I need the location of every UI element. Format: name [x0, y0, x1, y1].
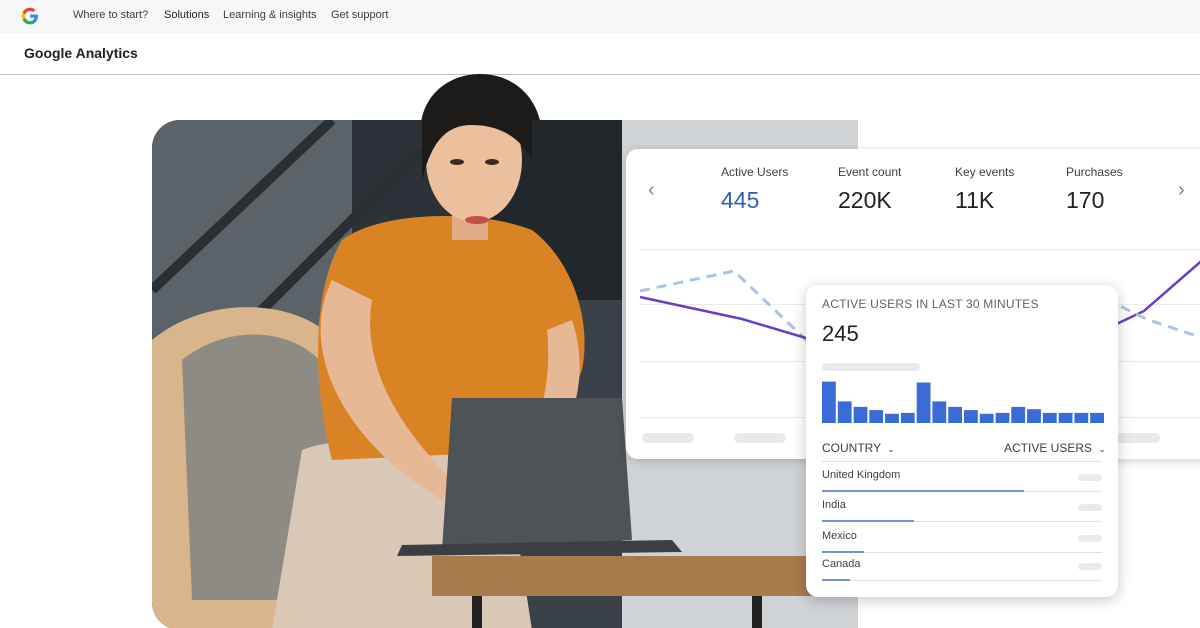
realtime-bar	[995, 412, 1010, 423]
active-users-header: ACTIVE USERS	[1004, 441, 1093, 455]
realtime-bar	[932, 401, 947, 423]
realtime-bar	[1074, 412, 1089, 423]
axis-placeholder-pill	[734, 433, 786, 443]
realtime-bar	[853, 406, 868, 423]
realtime-title: ACTIVE USERS IN LAST 30 MINUTES	[822, 297, 1039, 311]
value-placeholder-pill	[1078, 504, 1102, 511]
realtime-bar	[979, 413, 994, 423]
country-name[interactable]: Mexico	[822, 530, 857, 542]
realtime-card: ACTIVE USERS IN LAST 30 MINUTES 245 COUN…	[806, 285, 1118, 597]
realtime-bar	[1058, 412, 1073, 423]
realtime-bar	[916, 382, 931, 423]
country-share-bar	[822, 551, 864, 553]
realtime-value: 245	[822, 321, 859, 346]
product-title[interactable]: Google Analytics	[24, 45, 138, 61]
series-solid-line-right	[1105, 260, 1200, 331]
series-dashed-line-right	[1105, 297, 1200, 339]
realtime-bar	[964, 410, 978, 423]
nav-solutions[interactable]: Solutions	[164, 9, 209, 21]
placeholder-pill	[822, 363, 920, 371]
axis-placeholder-pill	[1116, 433, 1160, 443]
product-bar: Google Analytics	[0, 33, 1200, 75]
country-share-bar	[822, 520, 915, 522]
country-name[interactable]: Canada	[822, 558, 861, 570]
axis-placeholder-pill	[642, 433, 694, 443]
row-divider	[822, 580, 1102, 581]
chevron-down-icon: ⌄	[1098, 444, 1106, 454]
realtime-bar	[1090, 412, 1104, 423]
country-name[interactable]: United Kingdom	[822, 469, 900, 481]
value-placeholder-pill	[1078, 535, 1102, 542]
divider	[822, 461, 1102, 462]
realtime-bar	[900, 412, 915, 423]
value-placeholder-pill	[1078, 474, 1102, 481]
realtime-bar	[1011, 406, 1026, 423]
series-solid-line	[639, 295, 827, 346]
realtime-bar	[1042, 412, 1057, 423]
realtime-bar-chart	[822, 381, 1104, 423]
nav-where-to-start[interactable]: Where to start?	[73, 9, 148, 21]
country-header: COUNTRY	[822, 441, 881, 455]
realtime-bar	[869, 410, 884, 423]
realtime-bar	[1027, 409, 1041, 423]
country-dropdown[interactable]: COUNTRY ⌄	[822, 441, 895, 455]
google-g-logo[interactable]	[20, 6, 40, 26]
value-placeholder-pill	[1078, 563, 1102, 570]
country-name[interactable]: India	[822, 499, 846, 511]
nav-get-support[interactable]: Get support	[331, 9, 388, 21]
country-share-bar	[822, 490, 1024, 492]
row-divider	[822, 552, 1102, 553]
realtime-bar	[837, 401, 852, 423]
country-share-bar	[822, 579, 850, 581]
realtime-bar	[885, 413, 899, 423]
realtime-bar	[822, 381, 836, 423]
active-users-dropdown[interactable]: ACTIVE USERS ⌄	[1004, 441, 1106, 455]
realtime-bar	[948, 406, 962, 423]
top-nav: Where to start? Solutions Learning & ins…	[0, 0, 1200, 33]
nav-learning-insights[interactable]: Learning & insights	[223, 9, 317, 21]
chevron-down-icon: ⌄	[887, 444, 895, 454]
